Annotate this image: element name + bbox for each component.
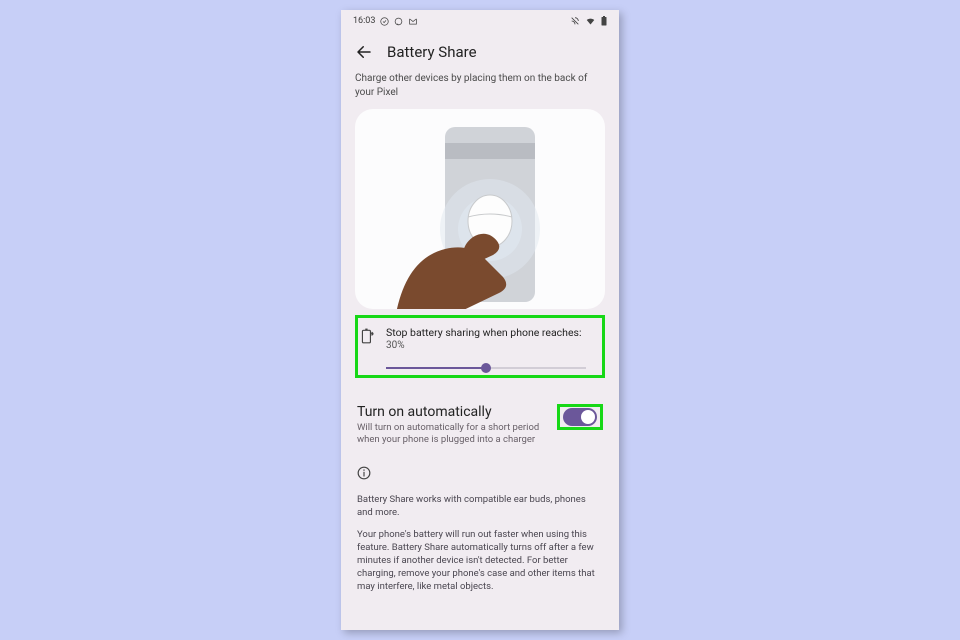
threshold-slider[interactable] (386, 367, 586, 369)
auto-section: Turn on automatically Will turn on autom… (355, 394, 605, 451)
threshold-label: Stop battery sharing when phone reaches: (386, 326, 600, 339)
battery-share-icon (360, 328, 374, 348)
auto-title: Turn on automatically (357, 404, 547, 420)
battery-icon (601, 16, 607, 26)
page-title: Battery Share (387, 43, 477, 61)
mail-icon (408, 17, 418, 26)
info-paragraph-2: Your phone's battery will run out faster… (357, 529, 603, 593)
auto-subtitle: Will turn on automatically for a short p… (357, 422, 547, 447)
threshold-value: 30% (386, 340, 600, 351)
info-icon (357, 465, 603, 484)
checkmark-icon (380, 17, 389, 26)
vibrate-icon (570, 16, 580, 26)
clock-text: 16:03 (353, 16, 375, 26)
info-section: Battery Share works with compatible ear … (355, 451, 605, 594)
wifi-icon (585, 17, 596, 26)
auto-toggle[interactable] (563, 408, 597, 426)
phone-frame: 16:03 Battery Share Charge other devices… (341, 10, 619, 630)
info-paragraph-1: Battery Share works with compatible ear … (357, 494, 603, 520)
back-icon[interactable] (355, 43, 373, 61)
whatsapp-icon (394, 17, 403, 26)
auto-toggle-highlight (557, 404, 603, 430)
app-bar: Battery Share (341, 32, 619, 72)
illustration-card (355, 109, 605, 309)
page-description: Charge other devices by placing them on … (355, 72, 605, 99)
status-bar: 16:03 (341, 10, 619, 32)
threshold-section: Stop battery sharing when phone reaches:… (355, 315, 605, 378)
